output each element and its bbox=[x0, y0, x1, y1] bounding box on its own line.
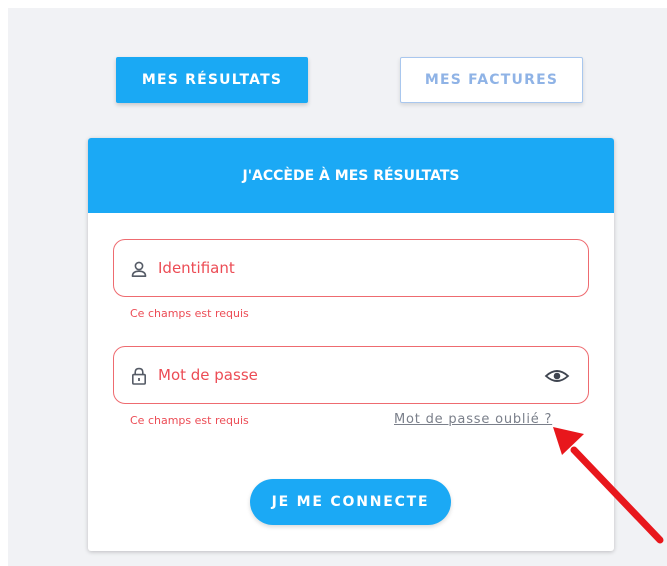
password-field[interactable] bbox=[113, 346, 589, 404]
tab-mes-factures[interactable]: MES FACTURES bbox=[400, 57, 583, 103]
eye-icon[interactable] bbox=[544, 367, 570, 385]
lock-icon bbox=[131, 367, 146, 385]
username-field[interactable] bbox=[113, 239, 589, 297]
tab-mes-resultats[interactable]: MES RÉSULTATS bbox=[116, 57, 308, 103]
card-header: J'ACCÈDE À MES RÉSULTATS bbox=[88, 138, 614, 213]
login-card: J'ACCÈDE À MES RÉSULTATS Ce champs est r… bbox=[88, 138, 614, 551]
username-input[interactable] bbox=[158, 240, 518, 296]
user-icon bbox=[131, 261, 147, 277]
password-error: Ce champs est requis bbox=[130, 414, 249, 427]
card-title: J'ACCÈDE À MES RÉSULTATS bbox=[242, 167, 460, 184]
username-error: Ce champs est requis bbox=[130, 307, 249, 320]
forgot-password-link[interactable]: Mot de passe oublié ? bbox=[394, 412, 552, 427]
password-input[interactable] bbox=[158, 347, 518, 403]
login-button[interactable]: JE ME CONNECTE bbox=[250, 479, 451, 525]
